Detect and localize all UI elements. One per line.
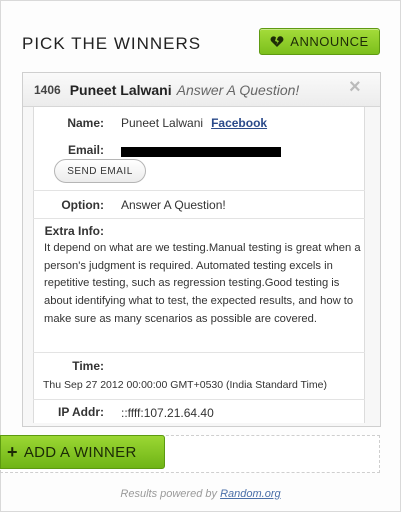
broken-heart-icon	[270, 35, 284, 48]
footer-text: Results powered by	[120, 488, 217, 500]
option-value: Answer A Question!	[121, 198, 226, 212]
entry-name: Puneet Lalwani	[69, 81, 172, 98]
divider	[33, 352, 365, 353]
entry-number: 1406	[34, 82, 61, 97]
page-title: PICK THE WINNERS	[22, 34, 202, 53]
time-value: Thu Sep 27 2012 00:00:00 GMT+0530 (India…	[43, 379, 327, 391]
divider	[33, 399, 365, 400]
option-label: Option:	[61, 198, 104, 212]
random-org-link[interactable]: Random.org	[220, 488, 281, 500]
name-value: Puneet Lalwani	[121, 116, 204, 130]
entry-option: Answer A Question!	[176, 81, 300, 98]
announce-label: ANNOUNCE	[290, 34, 369, 49]
name-label: Name:	[67, 116, 104, 130]
email-label: Email:	[67, 143, 104, 157]
time-label: Time:	[72, 359, 104, 373]
footer: Results powered by Random.org	[0, 488, 401, 500]
send-email-button[interactable]: SEND EMAIL	[54, 159, 146, 183]
extra-info-value: It depend on what are we testing.Manual …	[44, 242, 361, 325]
extra-info-label: Extra Info:	[44, 224, 104, 238]
announce-button[interactable]: ANNOUNCE	[259, 28, 380, 55]
card-header: 1406 Puneet Lalwani Answer A Question!	[23, 73, 380, 107]
plus-icon: +	[7, 441, 18, 462]
close-icon[interactable]: ×	[349, 77, 365, 97]
redacted-email	[121, 147, 281, 157]
name-value-row: Puneet Lalwani Facebook	[121, 116, 267, 130]
divider	[33, 218, 365, 219]
add-winner-button[interactable]: + ADD A WINNER	[0, 435, 165, 469]
facebook-link[interactable]: Facebook	[211, 116, 267, 130]
add-winner-label: ADD A WINNER	[23, 443, 137, 461]
ip-label: IP Addr:	[57, 405, 104, 419]
ip-value: ::ffff:107.21.64.40	[121, 406, 214, 420]
divider	[33, 190, 365, 191]
